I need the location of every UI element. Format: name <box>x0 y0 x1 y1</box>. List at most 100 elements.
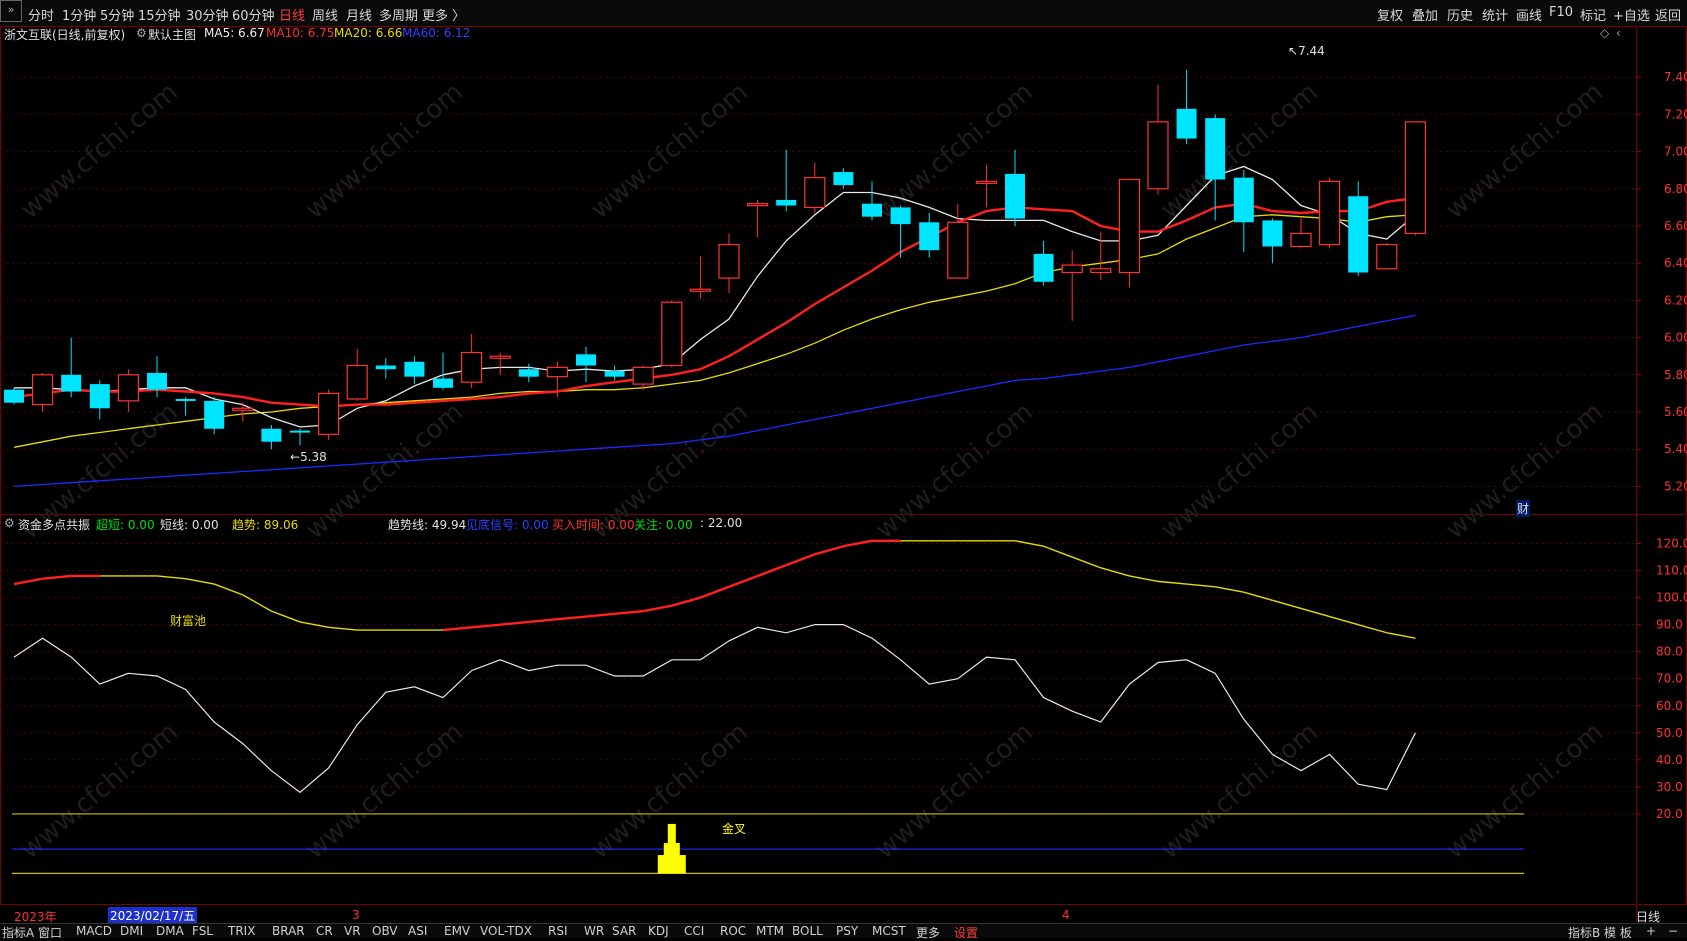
indicator-tab[interactable]: 指标A <box>2 924 34 941</box>
trend-segment <box>328 626 358 631</box>
high-label: ↖7.44 <box>1288 44 1325 58</box>
indicator-tab[interactable]: VR <box>344 924 361 938</box>
indicator-tab[interactable]: MTM <box>756 924 784 938</box>
indicator-tab[interactable]: CR <box>316 924 333 938</box>
candle-down <box>1233 177 1254 223</box>
candle-down <box>290 430 310 433</box>
chart-area[interactable]: 7.40 7.20 7.00 6.80 6.60 6.40 6.20 6.00 5.80 5.60… <box>0 0 1687 937</box>
trend-segment <box>213 583 244 596</box>
watermark: www.cfchi.com <box>1440 397 1609 545</box>
chevron-left-icon[interactable]: ‹ <box>1616 26 1621 40</box>
candle-up <box>661 301 683 367</box>
bottom-right-button[interactable]: + <box>1646 924 1656 938</box>
watermark: www.cfchi.com <box>15 717 184 865</box>
trend-segment <box>271 610 301 623</box>
jincha-bar <box>657 855 686 874</box>
candle-down <box>576 354 596 366</box>
signal-value: 见底信号: 0.00 <box>466 518 549 532</box>
ma5-value: MA5: 6.67 <box>204 26 265 40</box>
candle-down <box>89 384 110 409</box>
candle-down <box>433 378 453 388</box>
y-tick-label: 7.40 <box>1664 70 1687 84</box>
candle-up <box>489 355 511 359</box>
candle-down <box>175 398 196 401</box>
focus-value: 关注: 0.00 <box>634 518 693 532</box>
candle-up <box>947 221 969 279</box>
indicator-tab[interactable]: OBV <box>372 924 398 938</box>
indicator-tab[interactable]: WR <box>584 924 604 938</box>
month-3-label: 3 <box>352 908 360 922</box>
indicator-tab[interactable]: 窗口 <box>38 924 62 941</box>
settings-icon[interactable]: ⚙ <box>136 26 147 40</box>
y-tick-label: 60.0 <box>1656 699 1683 713</box>
candle-up <box>1318 180 1341 246</box>
candle-down <box>1262 220 1283 247</box>
ma-line-ma5 <box>14 165 1416 428</box>
bottom-right-button[interactable]: − <box>1668 924 1678 938</box>
y-tick-label: 5.60 <box>1664 405 1687 419</box>
ma20-value: MA20: 6.66 <box>334 26 403 40</box>
candle-down <box>4 389 24 403</box>
trend-segment <box>642 604 673 613</box>
y-tick-label: 100.0 <box>1656 591 1687 605</box>
cai-marker[interactable]: 财 <box>1516 500 1531 517</box>
indicator-tab[interactable]: TRIX <box>228 924 255 938</box>
indicator-tab[interactable]: SAR <box>612 924 636 938</box>
indicator-tab[interactable]: EMV <box>444 924 470 938</box>
extra-value: : 22.00 <box>700 516 743 530</box>
candle-down <box>204 400 225 429</box>
y-tick-label: 6.20 <box>1664 293 1687 307</box>
trend-segment <box>1329 615 1359 626</box>
bottom-right-button[interactable]: 指标B <box>1568 924 1600 941</box>
indicator-tab[interactable]: MCST <box>872 924 906 938</box>
main-chart-label: 默认主图 <box>148 28 197 42</box>
trend-segment <box>1386 632 1416 639</box>
chaoduan-value: 超短: 0.00 <box>96 518 155 532</box>
candle-down <box>833 172 854 186</box>
trend-segment <box>814 545 844 556</box>
settings-icon[interactable]: ⚙ <box>4 516 15 530</box>
candle-down <box>375 365 396 370</box>
trend-segment <box>785 553 816 567</box>
ma10-value: MA10: 6.75 <box>266 26 335 40</box>
candle-down <box>1176 108 1197 139</box>
indicator-tab[interactable]: VOL-TDX <box>480 924 532 938</box>
y-tick-label: 30.0 <box>1656 780 1683 794</box>
trend-segment <box>1300 607 1330 618</box>
candle-down <box>1033 253 1054 282</box>
candle-up <box>746 203 769 207</box>
indicator-tab[interactable]: 更多 <box>916 924 940 941</box>
candle-up <box>117 374 140 402</box>
qushixian-value: 趋势线: 49.94 <box>388 518 467 532</box>
indicator-tab[interactable]: FSL <box>192 924 213 938</box>
y-tick-label: 40.0 <box>1656 753 1683 767</box>
indicator-tab[interactable]: BRAR <box>272 924 305 938</box>
indicator-panel-frame <box>0 514 1687 905</box>
indicator-tab[interactable]: DMI <box>120 924 143 938</box>
candle-up <box>1118 178 1141 274</box>
indicator-tab[interactable]: 设置 <box>954 924 978 941</box>
indicator-tab[interactable]: DMA <box>156 924 184 938</box>
indicator-tab[interactable]: CCI <box>684 924 704 938</box>
indicator-tab[interactable]: ASI <box>408 924 427 938</box>
indicator-tab[interactable]: MACD <box>76 924 112 938</box>
indicator-tab[interactable]: KDJ <box>648 924 669 938</box>
trend-segment <box>42 574 72 580</box>
y-tick-label: 90.0 <box>1656 618 1683 632</box>
duanxian-value: 短线: 0.00 <box>160 518 219 532</box>
indicator-tab[interactable]: ROC <box>720 924 746 938</box>
watermark: www.cfchi.com <box>870 717 1039 865</box>
diamond-icon[interactable]: ◇ <box>1600 26 1609 40</box>
y-tick-label: 120.0 <box>1656 537 1687 551</box>
trend-segment <box>13 577 43 586</box>
trend-segment <box>728 574 759 588</box>
bottom-right-button[interactable]: 模 板 <box>1604 924 1632 941</box>
indicator-tab[interactable]: PSY <box>836 924 858 938</box>
indicator-tab[interactable]: RSI <box>548 924 568 938</box>
indicator-tab[interactable]: BOLL <box>792 924 823 938</box>
ma60-value: MA60: 6.12 <box>402 26 471 40</box>
candle-down <box>862 203 882 217</box>
stock-title: 浙文互联(日线,前复权) <box>4 28 126 42</box>
candle-down <box>1005 173 1025 219</box>
low-label: ←5.38 <box>290 450 327 464</box>
